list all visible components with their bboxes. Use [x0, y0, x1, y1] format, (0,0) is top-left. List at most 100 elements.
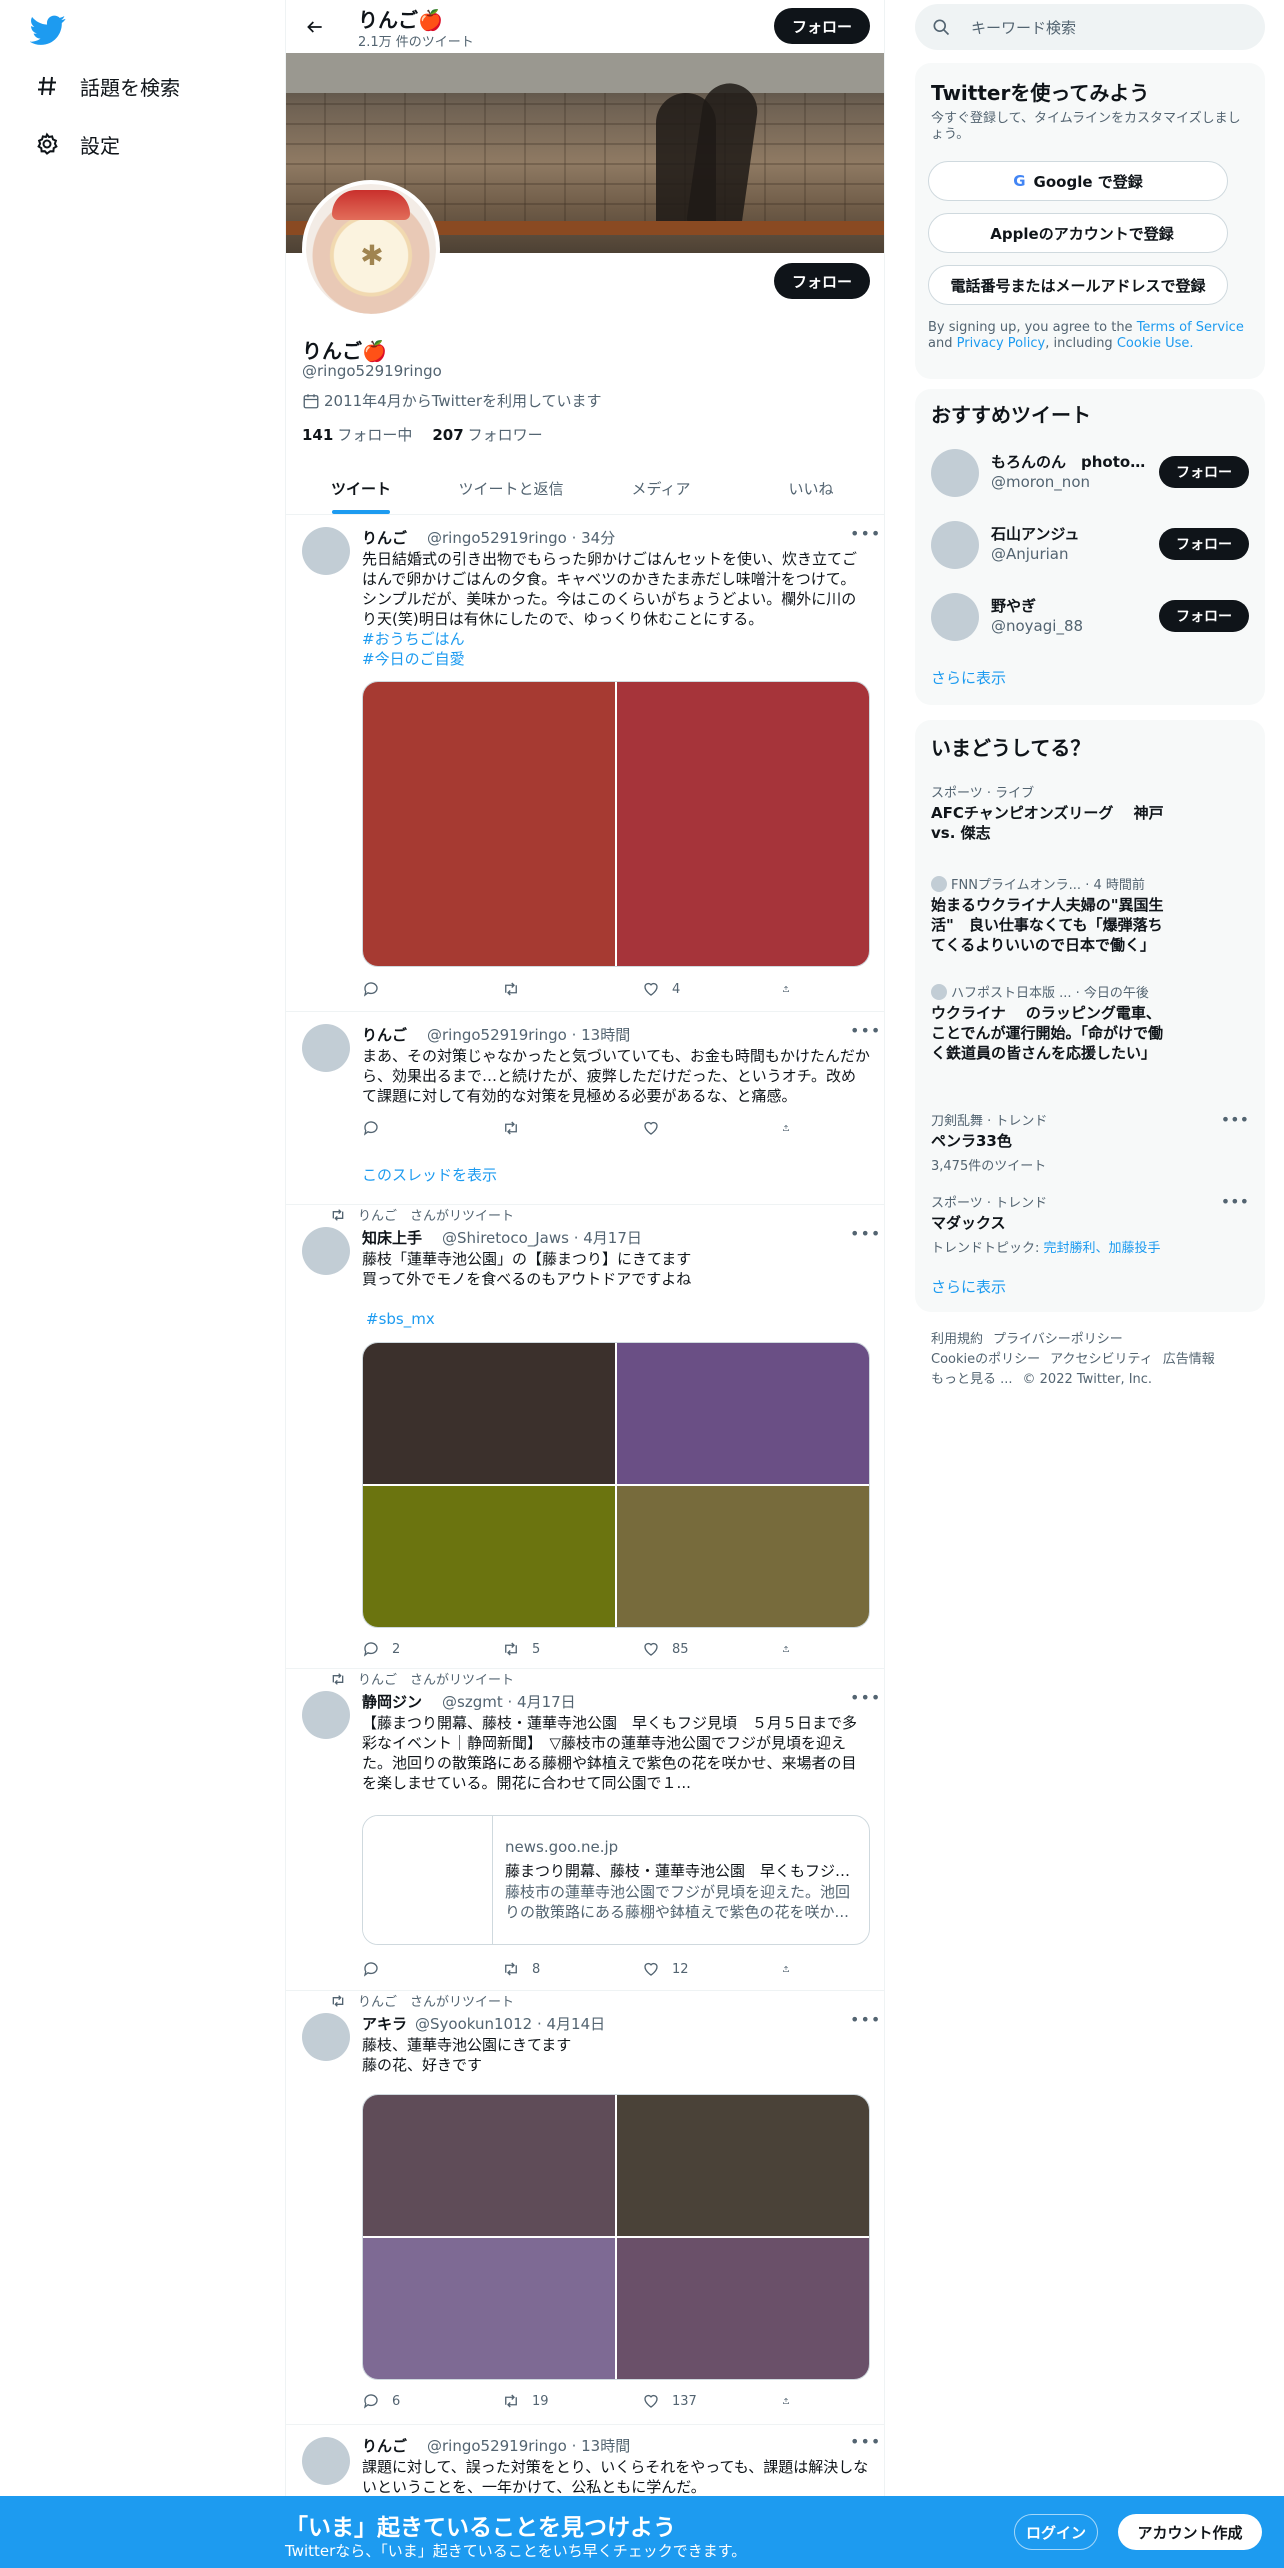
trend-item[interactable]: FNNプライムオンラ... · 4 時間前 始まるウクライナ人夫婦の"異国生活"…	[931, 874, 1249, 955]
footer-link[interactable]: アクセシビリティ	[1050, 1352, 1153, 1367]
tweet-author-name[interactable]: りんご	[362, 2435, 407, 2456]
tweet-media[interactable]	[362, 1342, 870, 1628]
avatar[interactable]	[302, 1024, 350, 1072]
apple-signup-button[interactable]: Appleのアカウントで登録	[928, 213, 1228, 253]
media-image[interactable]	[617, 1343, 869, 1484]
media-image[interactable]	[363, 1486, 615, 1627]
tweet[interactable]: りんご さんがリツイート 静岡ジン @szgmt · 4月17日 ••• 【藤ま…	[286, 1669, 884, 1991]
more-icon[interactable]: •••	[850, 2434, 880, 2455]
avatar[interactable]	[302, 2437, 350, 2485]
avatar[interactable]	[302, 1227, 350, 1275]
recommend-more-link[interactable]: さらに表示	[931, 667, 1006, 688]
retweet-button[interactable]	[502, 1118, 592, 1138]
tweet-author-name[interactable]: 静岡ジン	[362, 1691, 422, 1712]
tweet[interactable]: りんご @ringo52919ringo · 13時間 ••• まあ、その対策じ…	[286, 1012, 884, 1205]
media-image[interactable]	[617, 682, 869, 966]
like-button[interactable]: 85	[642, 1639, 732, 1659]
reply-button[interactable]	[362, 1959, 452, 1979]
search-bar[interactable]: キーワード検索	[915, 4, 1265, 50]
more-icon[interactable]: •••	[850, 526, 880, 547]
tweet[interactable]: りんご さんがリツイート 知床上手 @Shiretoco_Jaws · 4月17…	[286, 1205, 884, 1669]
nav-settings[interactable]: 設定	[34, 124, 120, 164]
terms-link[interactable]: Terms of Service	[1137, 320, 1244, 335]
hashtag-link[interactable]: #おうちごはん	[362, 629, 870, 649]
profile-follow-button[interactable]: フォロー	[774, 263, 870, 299]
phone-email-signup-button[interactable]: 電話番号またはメールアドレスで登録	[928, 265, 1228, 305]
more-icon[interactable]: •••	[850, 1023, 880, 1044]
hashtag-link[interactable]: #今日のご自愛	[362, 649, 870, 669]
reply-button[interactable]	[362, 1118, 452, 1138]
media-image[interactable]	[363, 2095, 615, 2236]
follow-button[interactable]: フォロー	[1159, 528, 1249, 560]
twitter-logo-icon[interactable]	[29, 12, 66, 48]
retweet-button[interactable]: 19	[502, 2391, 592, 2411]
tab-likes[interactable]: いいね	[736, 462, 884, 514]
share-button[interactable]	[782, 1959, 802, 1979]
google-signup-button[interactable]: G Google で登録	[928, 161, 1228, 201]
avatar[interactable]	[931, 521, 979, 569]
show-thread-link[interactable]: このスレッドを表示	[362, 1164, 497, 1185]
hashtag-link[interactable]: #sbs_mx	[366, 1309, 874, 1329]
reply-button[interactable]: 6	[362, 2391, 452, 2411]
login-button[interactable]: ログイン	[1014, 2514, 1098, 2550]
cookie-link[interactable]: Cookie Use.	[1117, 336, 1194, 351]
tab-media[interactable]: メディア	[586, 462, 736, 514]
share-button[interactable]	[782, 2391, 802, 2411]
tab-tweets-replies[interactable]: ツイートと返信	[436, 462, 586, 514]
footer-link[interactable]: もっと見る ...	[931, 1372, 1013, 1387]
tweet-author-name[interactable]: りんご	[362, 1024, 407, 1045]
media-image[interactable]	[617, 1486, 869, 1627]
tweet-author-name[interactable]: アキラ	[362, 2013, 407, 2034]
nav-explore[interactable]: 話題を検索	[34, 66, 180, 106]
footer-link[interactable]: 広告情報	[1163, 1352, 1215, 1367]
avatar[interactable]	[302, 2013, 350, 2061]
more-icon[interactable]: •••	[850, 1226, 880, 1247]
footer-link[interactable]: プライバシーポリシー	[993, 1332, 1123, 1347]
avatar[interactable]	[931, 593, 979, 641]
more-icon[interactable]: •••	[1221, 1110, 1249, 1129]
tweet-author-name[interactable]: 知床上手	[362, 1227, 422, 1248]
follow-button[interactable]: フォロー	[1159, 456, 1249, 488]
tweet[interactable]: りんご さんがリツイート アキラ @Syookun1012 · 4月14日 ••…	[286, 1991, 884, 2425]
avatar[interactable]	[931, 449, 979, 497]
back-arrow-icon[interactable]	[298, 10, 332, 44]
tweet-media[interactable]	[362, 2094, 870, 2380]
avatar[interactable]	[302, 1691, 350, 1739]
tweet-media[interactable]	[362, 681, 870, 967]
trends-more-link[interactable]: さらに表示	[931, 1276, 1006, 1297]
reply-button[interactable]	[362, 979, 452, 999]
media-image[interactable]	[363, 682, 615, 966]
media-image[interactable]	[617, 2095, 869, 2236]
more-icon[interactable]: •••	[850, 2012, 880, 2033]
profile-avatar[interactable]: ✱	[302, 180, 440, 318]
trend-item[interactable]: スポーツ · ライブ AFCチャンピオンズリーグ 神戸 vs. 傑志	[931, 782, 1249, 843]
media-image[interactable]	[617, 2238, 869, 2379]
recommend-user[interactable]: 石山アンジュ @Anjurian フォロー	[931, 519, 1249, 571]
more-icon[interactable]: •••	[850, 1690, 880, 1711]
share-button[interactable]	[782, 979, 802, 999]
media-image[interactable]	[363, 2238, 615, 2379]
recommend-user[interactable]: もろんのん photog... @moron_non フォロー	[931, 447, 1249, 499]
media-image[interactable]	[363, 1343, 615, 1484]
privacy-link[interactable]: Privacy Policy	[957, 336, 1046, 351]
tab-tweets[interactable]: ツイート	[286, 462, 436, 514]
retweet-button[interactable]: 8	[502, 1959, 592, 1979]
retweet-button[interactable]: 5	[502, 1639, 592, 1659]
retweet-button[interactable]	[502, 979, 592, 999]
footer-link[interactable]: 利用規約	[931, 1332, 983, 1347]
like-button[interactable]	[642, 1118, 732, 1138]
tweet[interactable]: りんご @ringo52919ringo · 34分 ••• 先日結婚式の引き出…	[286, 515, 884, 1012]
footer-link[interactable]: Cookieのポリシー	[931, 1352, 1040, 1367]
following-link[interactable]: 141 フォロー中	[302, 424, 412, 445]
like-button[interactable]: 137	[642, 2391, 732, 2411]
share-button[interactable]	[782, 1639, 802, 1659]
like-button[interactable]: 12	[642, 1959, 732, 1979]
recommend-user[interactable]: 野やぎ @noyagi_88 フォロー	[931, 591, 1249, 643]
trend-topic-link[interactable]: 完封勝利、加藤投手	[1044, 1241, 1161, 1256]
trend-item[interactable]: スポーツ · トレンド マダックス トレンドトピック: 完封勝利、加藤投手 ••…	[931, 1192, 1249, 1256]
followers-link[interactable]: 207 フォロワー	[432, 424, 542, 445]
reply-button[interactable]: 2	[362, 1639, 452, 1659]
link-card[interactable]: news.goo.ne.jp 藤まつり開幕、藤枝・蓮華寺池公園 早くもフジ見頃 …	[362, 1815, 870, 1945]
like-button[interactable]: 4	[642, 979, 732, 999]
trend-item[interactable]: 刀剣乱舞 · トレンド ペンラ33色 3,475件のツイート •••	[931, 1110, 1249, 1174]
